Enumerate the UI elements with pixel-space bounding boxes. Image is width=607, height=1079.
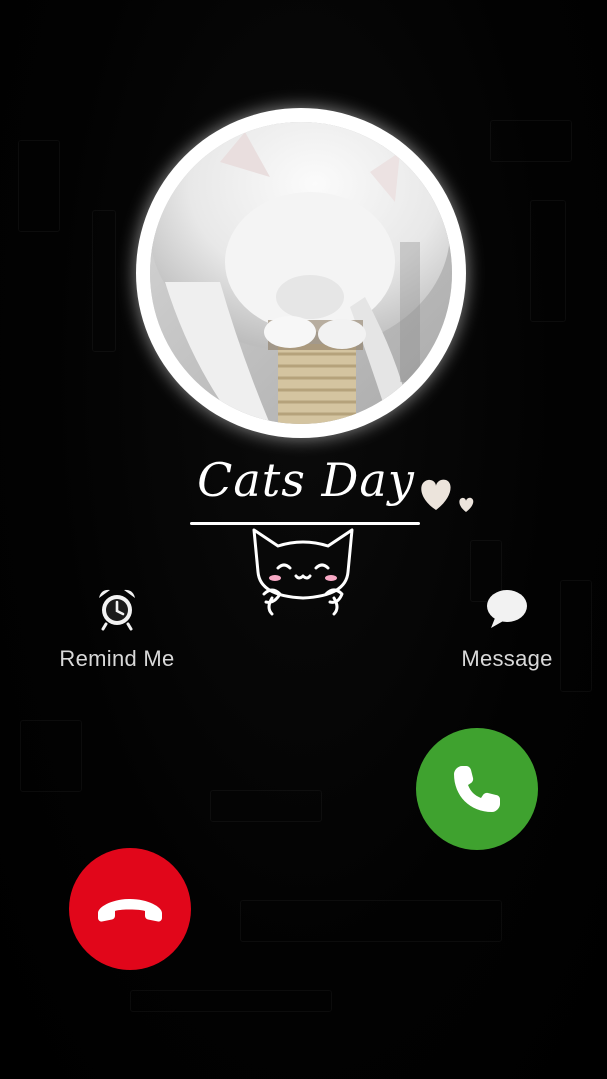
phone-icon: [454, 766, 500, 812]
background-doodle: [210, 790, 322, 822]
caller-photo: [150, 122, 452, 424]
remind-me-label: Remind Me: [59, 646, 175, 671]
background-doodle: [18, 140, 60, 232]
remind-me-button[interactable]: Remind Me: [32, 584, 202, 672]
message-button[interactable]: Message: [422, 584, 592, 672]
background-doodle: [490, 120, 572, 162]
speech-bubble-icon: [487, 590, 527, 628]
caller-avatar: [136, 108, 466, 438]
background-doodle: [240, 900, 502, 942]
hearts-icon: [421, 479, 474, 512]
decline-call-button[interactable]: [69, 848, 191, 970]
background-doodle: [92, 210, 116, 352]
message-label: Message: [461, 646, 553, 671]
phone-hangup-icon: [98, 899, 162, 922]
caller-name: Cats Day: [197, 453, 415, 507]
incoming-call-screen: Cats Day Remind Me Message: [0, 0, 607, 1079]
cat-doodle-icon: [252, 528, 354, 616]
background-doodle: [130, 990, 332, 1012]
background-doodle: [530, 200, 566, 322]
white-kitten-photo: [150, 122, 452, 424]
background-doodle: [20, 720, 82, 792]
alarm-clock-icon: [99, 589, 135, 631]
accept-call-button[interactable]: [416, 728, 538, 850]
